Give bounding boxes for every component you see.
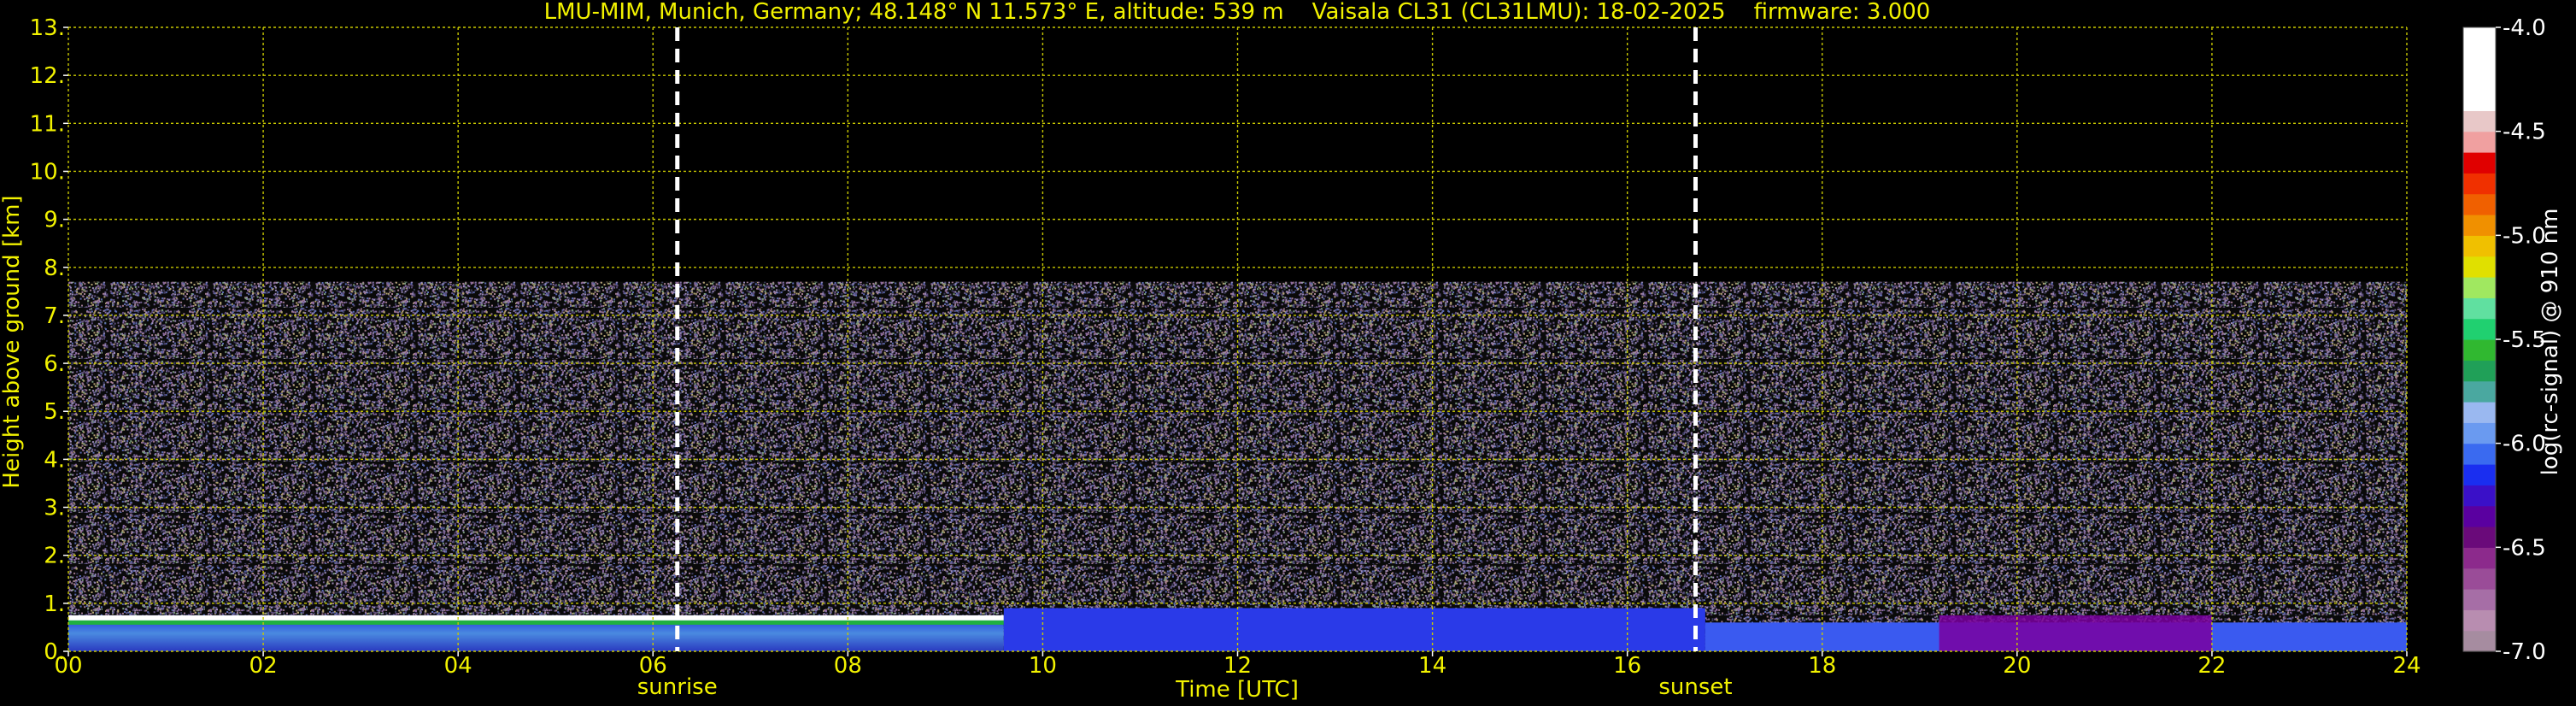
colorbar-segment (2463, 256, 2496, 278)
x-tick-label: 08 (834, 653, 862, 679)
x-tick-label: 18 (1808, 653, 1836, 679)
colorbar-segment (2463, 90, 2496, 111)
x-tick-label: 24 (2392, 653, 2421, 679)
colorbar-segment (2463, 464, 2496, 485)
y-tick-label: 5. (44, 399, 65, 425)
y-tick-label: 12. (30, 63, 65, 89)
colorbar-segment (2463, 215, 2496, 236)
colorbar-segment (2463, 527, 2496, 548)
colorbar-segment (2463, 297, 2496, 320)
colorbar-segment (2463, 402, 2496, 423)
colorbar-segment (2463, 505, 2496, 527)
colorbar-segment (2463, 360, 2496, 382)
x-tick-label: 14 (1418, 653, 1446, 679)
colorbar-segment (2463, 547, 2496, 569)
x-tick-label: 20 (2003, 653, 2031, 679)
aerosol-layer-3 (1939, 615, 2212, 651)
colorbar-segment (2463, 110, 2496, 132)
x-tick-label: 10 (1029, 653, 1057, 679)
colorbar-tick-label: -6.5 (2503, 535, 2546, 561)
y-tick-label: 9. (44, 208, 65, 233)
layer-top-edge (68, 615, 1004, 621)
colorbar-segment (2463, 277, 2496, 298)
colorbar-segment (2463, 380, 2496, 403)
colorbar-segment (2463, 193, 2496, 215)
colorbar-segment (2463, 131, 2496, 153)
colorbar-segment (2463, 630, 2496, 652)
y-tick-label: 11. (30, 111, 65, 137)
ceilometer-chart: sunrise sunset 00 02 04 06 08 10 12 14 16 18 20 22 24… (0, 0, 2563, 703)
y-tick-label: 8. (44, 256, 65, 281)
x-axis-label: Time [UTC] (1175, 677, 1299, 703)
y-tick-label: 1. (44, 591, 65, 617)
colorbar-label: log(rc-signal) @ 910 nm (2538, 209, 2563, 476)
y-tick-label: 7. (44, 303, 65, 329)
x-tick-label: 02 (249, 653, 278, 679)
colorbar-segment (2463, 152, 2496, 174)
y-tick-label: 6. (44, 351, 65, 377)
y-axis-label: Height above ground [km] (0, 195, 25, 488)
chart-title: LMU-MIM, Munich, Germany; 48.148° N 11.5… (544, 0, 1931, 25)
x-tick-label: 06 (639, 653, 667, 679)
x-tick-label: 22 (2198, 653, 2226, 679)
colorbar-tick-label: -4.0 (2503, 15, 2546, 41)
colorbar-tick-label: -7.0 (2503, 639, 2546, 665)
colorbar: -7.0-6.5-6.0-5.5-5.0-4.5-4.0 (2462, 15, 2546, 665)
x-tick-label: 16 (1613, 653, 1641, 679)
colorbar-tick-label: -4.5 (2503, 120, 2546, 145)
y-tick-label: 10. (30, 159, 65, 185)
sunset-label: sunset (1658, 674, 1732, 700)
colorbar-segment (2463, 27, 2496, 49)
x-tick-label: 04 (444, 653, 472, 679)
y-tick-label: 3. (44, 496, 65, 521)
x-tick-labels: 00 02 04 06 08 10 12 14 16 18 20 22 24 (54, 651, 2421, 679)
y-tick-label: 4. (44, 447, 65, 473)
colorbar-segment (2463, 568, 2496, 590)
y-tick-label: 13. (30, 15, 65, 41)
aerosol-layer-1 (1003, 608, 1705, 651)
colorbar-segment (2463, 422, 2496, 444)
colorbar-segment (2463, 589, 2496, 610)
colorbar-segment (2463, 339, 2496, 361)
colorbar-segment (2463, 485, 2496, 507)
colorbar-segment (2463, 235, 2496, 257)
layer-green-edge (68, 620, 1004, 625)
colorbar-segment (2463, 609, 2496, 632)
colorbar-segment (2463, 318, 2496, 340)
y-tick-label: 0. (44, 639, 65, 665)
x-tick-label: 12 (1223, 653, 1252, 679)
y-tick-label: 2. (44, 544, 65, 569)
colorbar-segment (2463, 443, 2496, 465)
y-tick-labels: 0. 1. 2. 3. 4. 5. 6. 7. 8. 9. 10. 11. 12. 13. (30, 15, 68, 665)
colorbar-segment (2463, 68, 2496, 91)
colorbar-segment (2463, 173, 2496, 195)
colorbar-segment (2463, 48, 2496, 70)
